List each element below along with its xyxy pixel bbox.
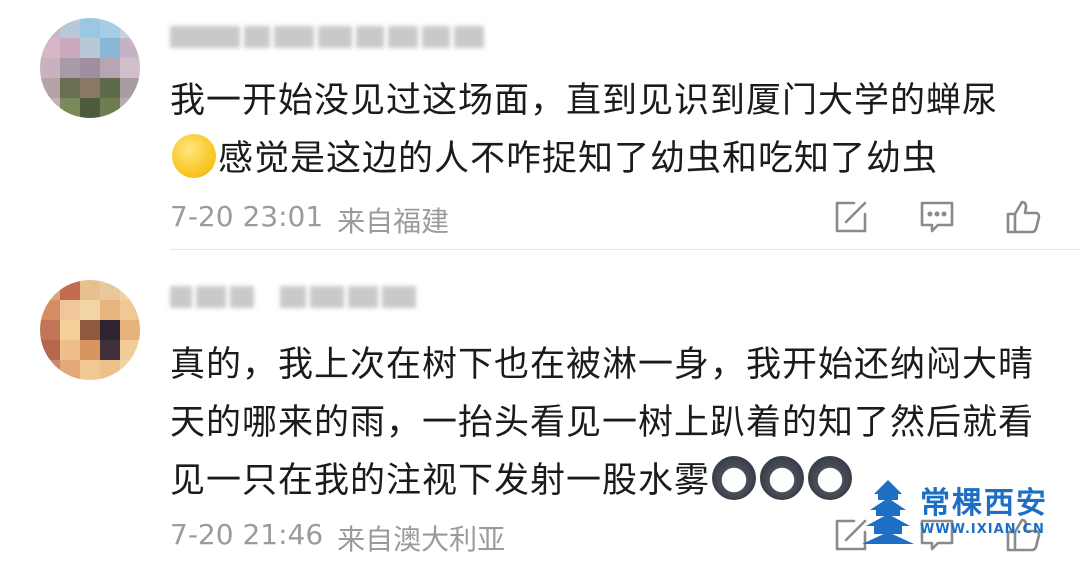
comment-time: 7-20 23:01 — [170, 200, 324, 233]
like-button[interactable] — [1002, 196, 1044, 238]
comment-actions — [830, 196, 1044, 238]
comment-location: 来自澳大利亚 — [337, 523, 506, 556]
divider — [170, 249, 1080, 250]
username-blurred[interactable] — [170, 282, 416, 312]
comment-meta: 7-20 21:46 来自澳大利亚 — [170, 518, 505, 558]
comment-text: 我一开始没见过这场面，直到见识到厦门大学的蝉尿 感觉是这边的人不咋捉知了幼虫和吃… — [170, 72, 1050, 188]
husky-emoji-icon — [760, 456, 805, 500]
share-icon — [835, 201, 867, 233]
comment-text-line: 我一开始没见过这场面，直到见识到厦门大学的蝉尿 — [170, 81, 999, 121]
comment-location: 来自福建 — [337, 205, 450, 238]
comment-text-line: 真的，我上次在树下也在被淋一身，我开始还纳闷大晴 — [170, 345, 1035, 385]
pagoda-logo-icon — [862, 480, 914, 544]
avatar[interactable] — [40, 18, 140, 118]
husky-emoji-icon — [808, 456, 853, 500]
watermark-title: 常棵西安 — [920, 485, 1048, 521]
comment-item: 我一开始没见过这场面，直到见识到厦门大学的蝉尿 感觉是这边的人不咋捉知了幼虫和吃… — [0, 0, 1080, 250]
watermark-url: WWW.IXIAN.CN — [920, 521, 1045, 537]
husky-emoji-icon — [712, 456, 757, 500]
comment-text-line: 天的哪来的雨，一抬头看见一树上趴着的知了然后就看 — [170, 403, 1035, 443]
share-button[interactable] — [830, 196, 872, 238]
thinking-emoji-icon — [172, 134, 216, 178]
watermark: 常棵西安 WWW.IXIAN.CN — [862, 476, 1062, 546]
like-icon — [1006, 200, 1041, 234]
comment-time: 7-20 21:46 — [170, 518, 324, 551]
comment-button[interactable] — [916, 196, 958, 238]
username-blurred[interactable] — [170, 22, 484, 52]
comment-icon — [920, 201, 954, 233]
comment-meta: 7-20 23:01 来自福建 — [170, 200, 449, 240]
comment-text-line: 感觉是这边的人不咋捉知了幼虫和吃知了幼虫 — [170, 130, 1050, 188]
avatar[interactable] — [40, 280, 140, 380]
